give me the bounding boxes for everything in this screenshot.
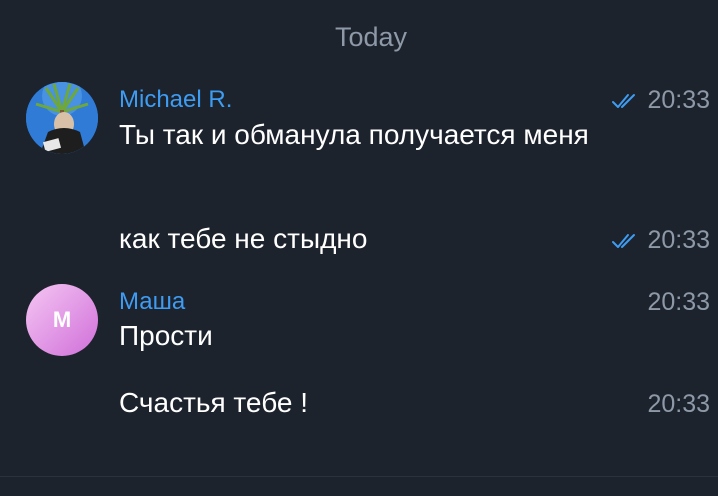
- avatar-michael[interactable]: [26, 82, 98, 154]
- avatar-initial: M: [52, 307, 72, 332]
- date-separator: Today: [334, 22, 408, 52]
- message-meta: 20:33: [611, 226, 710, 255]
- sender-name[interactable]: Michael R.: [119, 86, 232, 114]
- message-time: 20:33: [647, 390, 710, 418]
- message-time: 20:33: [647, 86, 710, 114]
- message-meta: 20:33: [647, 390, 710, 419]
- message-time: 20:33: [647, 288, 710, 316]
- avatar-masha[interactable]: M: [26, 284, 98, 356]
- message-text: Прости: [119, 320, 213, 351]
- message-time: 20:33: [647, 226, 710, 254]
- double-check-icon: [611, 232, 641, 250]
- message-text: как тебе не стыдно: [119, 223, 368, 254]
- double-check-icon: [611, 92, 641, 110]
- sender-name[interactable]: Маша: [119, 288, 185, 316]
- message-meta: 20:33: [647, 288, 710, 317]
- avatar-photo-icon: [26, 82, 98, 154]
- divider: [0, 476, 718, 477]
- message-meta: 20:33: [611, 86, 710, 115]
- message-text: Ты так и обманула получается меня: [119, 119, 589, 150]
- chat-window: Today Michael R. 20:33 Ты так и обманула…: [0, 0, 718, 496]
- message-text: Счастья тебе !: [119, 387, 309, 418]
